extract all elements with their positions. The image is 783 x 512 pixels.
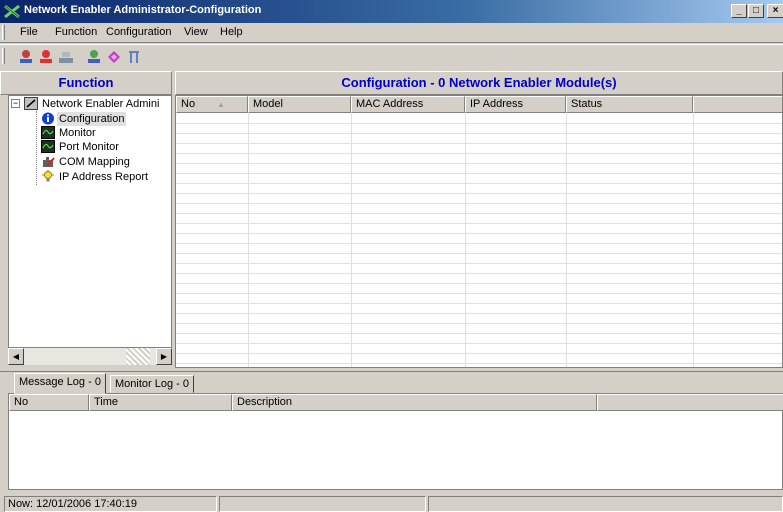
tree-item-label: Monitor xyxy=(59,127,96,139)
panel-splitter[interactable] xyxy=(0,368,783,372)
grid-row-line xyxy=(176,173,782,174)
network-enabler-admin-icon xyxy=(24,97,38,110)
menu-bar: File Function Configuration View Help xyxy=(0,23,783,43)
grid-row-line xyxy=(176,153,782,154)
log-column-header-no[interactable]: No xyxy=(9,394,89,411)
monitor-icon xyxy=(41,126,55,139)
menu-file[interactable]: File xyxy=(20,26,38,38)
column-header-no[interactable]: No ▲ xyxy=(176,96,248,113)
title-bar: Network Enabler Administrator-Configurat… xyxy=(0,0,783,23)
grid-row-line xyxy=(176,343,782,344)
tab-monitor-log[interactable]: Monitor Log - 0 xyxy=(110,375,194,393)
function-tree: − Network Enabler Admini Configuration M… xyxy=(8,95,172,348)
scroll-left-button[interactable]: ◀ xyxy=(8,348,24,365)
grid-row-line xyxy=(176,203,782,204)
grid-row-line xyxy=(176,353,782,354)
grid-row-line xyxy=(176,223,782,224)
sort-ascending-icon: ▲ xyxy=(217,100,225,109)
grid-row-line xyxy=(176,133,782,134)
grid-row-line xyxy=(176,293,782,294)
configure-icon[interactable] xyxy=(58,49,74,65)
maximize-button[interactable]: □ xyxy=(748,4,764,18)
log-column-header-description[interactable]: Description xyxy=(232,394,597,411)
grid-row-line xyxy=(176,163,782,164)
tree-connector xyxy=(36,111,37,185)
tree-root-label: Network Enabler Admini xyxy=(42,98,160,110)
grid-row-line xyxy=(176,233,782,234)
grid-row-line xyxy=(176,243,782,244)
upgrade-firmware-icon[interactable] xyxy=(86,49,102,65)
status-panel-2 xyxy=(219,496,426,512)
grid-row-line xyxy=(176,143,782,144)
tree-item-label: COM Mapping xyxy=(59,156,130,168)
function-panel-header: Function xyxy=(0,71,172,95)
grid-row-line xyxy=(176,313,782,314)
tree-horizontal-scrollbar[interactable]: ◀ ▶ xyxy=(8,348,172,365)
menu-grip xyxy=(2,25,5,40)
column-header-ip-address[interactable]: IP Address xyxy=(465,96,566,113)
tree-collapse-toggle[interactable]: − xyxy=(11,99,20,108)
grid-row-line xyxy=(176,333,782,334)
configuration-panel-header: Configuration - 0 Network Enabler Module… xyxy=(175,71,783,95)
status-bar: Now: 12/01/2006 17:40:19 xyxy=(0,494,783,512)
grid-row-line xyxy=(176,273,782,274)
column-header-mac-address[interactable]: MAC Address xyxy=(351,96,465,113)
status-panel-3 xyxy=(428,496,783,512)
scroll-right-button[interactable]: ▶ xyxy=(156,348,172,365)
toolbar xyxy=(0,44,783,68)
export-icon[interactable] xyxy=(106,49,122,65)
log-column-header-blank[interactable] xyxy=(597,394,783,411)
grid-row-line xyxy=(176,193,782,194)
tree-item-label: Configuration xyxy=(57,112,127,126)
menu-view[interactable]: View xyxy=(184,26,208,38)
toolbar-grip xyxy=(2,48,5,64)
search-device-icon[interactable] xyxy=(18,49,34,65)
grid-row-line xyxy=(176,303,782,304)
grid-row-line xyxy=(176,213,782,214)
close-button[interactable]: × xyxy=(767,4,783,18)
tree-item-label: IP Address Report xyxy=(59,171,149,183)
column-header-label: No xyxy=(181,98,196,110)
grid-column-line xyxy=(248,113,249,367)
column-header-blank[interactable] xyxy=(693,96,782,113)
network-enabler-app-icon xyxy=(4,4,20,19)
grid-row-line xyxy=(176,123,782,124)
grid-column-line xyxy=(351,113,352,367)
scroll-thumb[interactable] xyxy=(126,348,150,365)
grid-row-line xyxy=(176,323,782,324)
info-icon xyxy=(42,112,54,125)
port-monitor-icon xyxy=(41,140,55,153)
grid-row-line xyxy=(176,283,782,284)
search-ip-icon[interactable] xyxy=(38,49,54,65)
ip-report-icon xyxy=(42,170,54,182)
grid-column-line xyxy=(693,113,694,367)
grid-row-line xyxy=(176,183,782,184)
status-time: Now: 12/01/2006 17:40:19 xyxy=(4,496,217,512)
window-title: Network Enabler Administrator-Configurat… xyxy=(24,4,262,16)
grid-column-line xyxy=(566,113,567,367)
column-header-status[interactable]: Status xyxy=(566,96,693,113)
exit-icon[interactable] xyxy=(126,49,142,65)
configuration-table: No ▲ Model MAC Address IP Address Status xyxy=(175,95,783,368)
grid-row-line xyxy=(176,263,782,264)
log-column-header-time[interactable]: Time xyxy=(89,394,232,411)
menu-help[interactable]: Help xyxy=(220,26,243,38)
menu-function[interactable]: Function xyxy=(55,26,97,38)
com-mapping-icon xyxy=(43,157,55,167)
minimize-button[interactable]: _ xyxy=(731,4,747,18)
grid-row-line xyxy=(176,363,782,364)
column-header-model[interactable]: Model xyxy=(248,96,351,113)
tree-item-label: Port Monitor xyxy=(59,141,119,153)
message-log-table: No Time Description xyxy=(8,393,783,490)
menu-configuration[interactable]: Configuration xyxy=(106,26,171,38)
grid-column-line xyxy=(465,113,466,367)
grid-row-line xyxy=(176,253,782,254)
tab-message-log[interactable]: Message Log - 0 xyxy=(14,373,106,394)
